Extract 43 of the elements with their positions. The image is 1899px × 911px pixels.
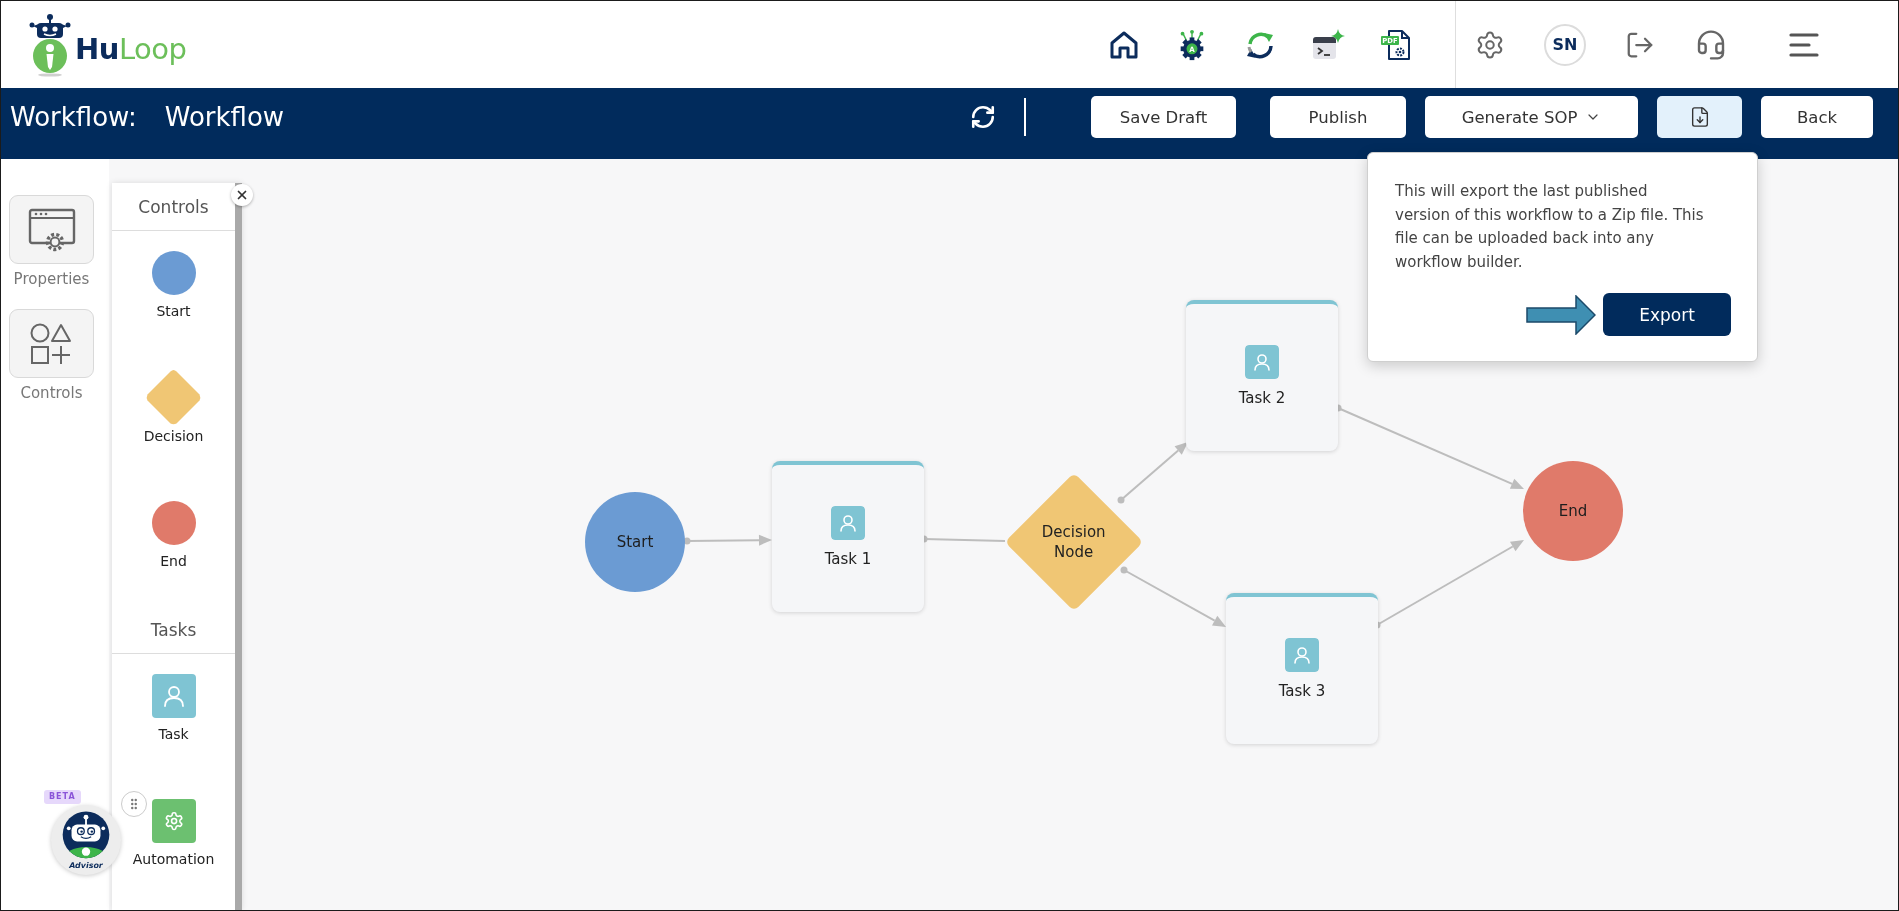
export-icon-button[interactable] [1657, 96, 1742, 138]
task-node[interactable]: Task 3 [1226, 593, 1378, 744]
robot-logo [27, 12, 73, 77]
brand-name: HuLoop [75, 31, 187, 66]
refresh-icon[interactable] [970, 104, 996, 130]
arrow-icon [1526, 294, 1596, 335]
page-title-label: Workflow: [10, 102, 137, 132]
palette-label: Automation [132, 851, 215, 867]
beta-badge: BETA [44, 790, 81, 804]
user-icon [1285, 638, 1319, 672]
circle-icon[interactable] [151, 250, 196, 295]
terminal-sparkle-icon[interactable] [1311, 28, 1345, 61]
export-button[interactable]: Export [1603, 293, 1731, 337]
task-node[interactable]: Task 1 [772, 461, 924, 612]
user-avatar[interactable]: SN [1544, 23, 1586, 66]
circle-icon[interactable] [151, 500, 196, 545]
toolbar-button[interactable]: Save Draft [1091, 96, 1236, 138]
connector-arrow [1117, 442, 1188, 504]
user-icon [1245, 345, 1279, 379]
close-button[interactable] [231, 184, 253, 206]
palette-label: Decision [143, 428, 204, 444]
end-node[interactable]: End [1523, 461, 1623, 561]
settings-icon[interactable] [1475, 29, 1505, 60]
palette-label: Task [158, 726, 189, 742]
rail-label: Controls [20, 384, 83, 402]
task-node[interactable]: Task 2 [1186, 300, 1338, 451]
toolbar-button[interactable]: Publish [1270, 96, 1406, 138]
close-icon [235, 188, 249, 202]
user-icon [831, 506, 865, 540]
scrollbar[interactable] [235, 183, 242, 910]
toolbar-button[interactable]: Back [1761, 96, 1873, 138]
window-gear-icon [27, 207, 76, 252]
headset-icon[interactable] [1695, 28, 1727, 61]
dropdown-button[interactable]: Generate SOP [1425, 96, 1638, 138]
page-title: Workflow [164, 102, 285, 132]
menu-icon[interactable] [1788, 31, 1820, 58]
start-node[interactable]: Start [585, 492, 685, 592]
palette-label: Start [156, 303, 191, 319]
rail-button[interactable] [9, 309, 94, 378]
rail-label: Properties [13, 270, 90, 288]
popover-text: This will export the last published version of this workflow to a Zip file. This file can be uploaded back into any workflow builder. [1395, 181, 1705, 273]
rail-button[interactable] [9, 195, 94, 264]
palette-label: End [160, 553, 187, 569]
